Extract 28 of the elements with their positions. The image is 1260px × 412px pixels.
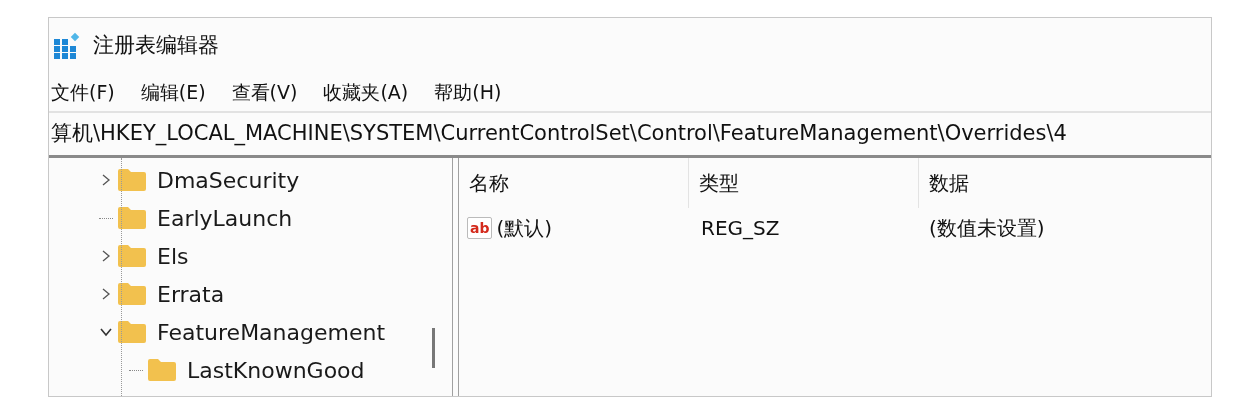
table-cell: REG_SZ xyxy=(701,216,780,240)
address-field[interactable]: 算机\HKEY_LOCAL_MACHINE\SYSTEM\CurrentControlSet\Control\FeatureManagement\Overrides\4 xyxy=(49,118,1211,150)
folder-icon xyxy=(117,244,147,268)
folder-icon xyxy=(117,168,147,192)
tree-item[interactable]: Errata xyxy=(157,277,225,311)
menu-item[interactable]: 帮助(H) xyxy=(434,77,502,107)
tree-item[interactable]: LastKnownGood xyxy=(187,353,365,387)
table-cell-text: (默认) xyxy=(496,215,553,242)
scrollbar-thumb[interactable] xyxy=(432,328,435,368)
menu-item[interactable]: 编辑(E) xyxy=(140,77,206,107)
tree-item[interactable]: Els xyxy=(157,239,189,273)
column-header[interactable]: 数据 xyxy=(929,168,969,198)
folder-icon xyxy=(117,206,147,230)
folder-icon xyxy=(147,358,177,382)
window-title: 注册表编辑器 xyxy=(93,31,219,59)
tree-item[interactable]: DmaSecurity xyxy=(157,163,300,197)
menu-item[interactable]: 收藏夹(A) xyxy=(323,77,409,107)
column-header[interactable]: 类型 xyxy=(699,168,739,198)
string-value-icon: ab xyxy=(467,217,493,239)
folder-icon xyxy=(117,320,147,344)
folder-icon xyxy=(117,282,147,306)
menu-item[interactable]: 查看(V) xyxy=(231,77,298,107)
menu-item[interactable]: 文件(F) xyxy=(51,77,115,107)
table-cell: (数值未设置) xyxy=(929,216,1045,240)
tree-item[interactable]: EarlyLaunch xyxy=(157,201,293,235)
column-header[interactable]: 名称 xyxy=(469,168,509,198)
app-icon xyxy=(53,31,81,60)
tree-item[interactable]: FeatureManagement xyxy=(157,315,386,349)
